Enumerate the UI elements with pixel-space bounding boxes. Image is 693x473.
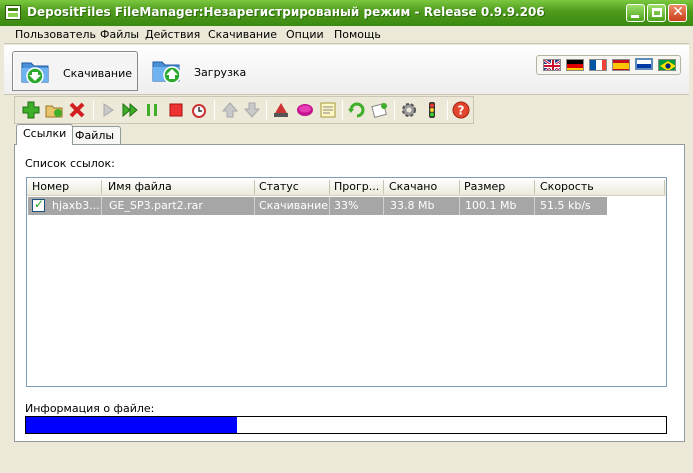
upload-mode-tab[interactable]: Загрузка: [144, 51, 270, 91]
column-separator: [329, 180, 330, 194]
links-list-label: Список ссылок:: [25, 157, 115, 170]
refresh-icon[interactable]: [347, 100, 367, 120]
minimize-icon: [631, 15, 639, 18]
links-list-header: Номер Имя файла Статус Прогр... Скачано …: [27, 178, 666, 196]
status-bar: [0, 450, 693, 473]
column-downloaded[interactable]: Скачано: [389, 180, 437, 193]
row-checkbox[interactable]: [32, 197, 45, 212]
file-progress-bar: [25, 416, 667, 434]
upload-folder-icon: [152, 61, 181, 84]
play-icon[interactable]: [98, 100, 118, 120]
toolbar: ?: [14, 96, 474, 124]
cell-number: hjaxb3...: [52, 199, 100, 212]
file-progress-fill: [26, 417, 237, 433]
french-flag-icon[interactable]: [589, 59, 607, 71]
column-status[interactable]: Статус: [259, 180, 299, 193]
russian-flag-icon[interactable]: [635, 58, 653, 70]
upload-mode-label: Загрузка: [194, 66, 247, 79]
menu-bar: Пользователь Файлы Действия Скачивание О…: [4, 26, 689, 44]
move-down-icon[interactable]: [242, 100, 262, 120]
download-mode-label: Скачивание: [63, 67, 133, 80]
tab-links[interactable]: Ссылки: [16, 124, 74, 145]
column-separator: [664, 180, 665, 194]
toolbar-separator: [214, 100, 215, 120]
brazilian-flag-icon[interactable]: [658, 59, 676, 71]
disk-icon[interactable]: [295, 100, 315, 120]
cell-separator: [101, 197, 102, 215]
cell-filename: GE_SP3.part2.rar: [109, 199, 203, 212]
title-bar[interactable]: DepositFiles FileManager:Незарегистриров…: [0, 0, 693, 26]
add-folder-icon[interactable]: [44, 100, 64, 120]
play-all-icon[interactable]: [120, 100, 140, 120]
column-filename[interactable]: Имя файла: [108, 180, 172, 193]
file-info-label: Информация о файле:: [25, 402, 155, 415]
column-separator: [101, 180, 102, 194]
cell-downloaded: 33.8 Mb: [390, 199, 435, 212]
column-separator: [254, 180, 255, 194]
svg-text:?: ?: [458, 104, 465, 118]
delete-icon[interactable]: [67, 100, 87, 120]
language-selector: [536, 55, 681, 75]
column-number[interactable]: Номер: [32, 180, 69, 193]
column-separator: [383, 180, 384, 194]
cell-speed: 51.5 kb/s: [540, 199, 591, 212]
cell-separator: [459, 197, 460, 215]
column-separator: [534, 180, 535, 194]
menu-download[interactable]: Скачивание: [208, 28, 277, 41]
german-flag-icon[interactable]: [566, 59, 584, 71]
download-folder-icon: [21, 62, 49, 85]
menu-files[interactable]: Файлы: [100, 28, 139, 41]
window-title: DepositFiles FileManager:Незарегистриров…: [27, 5, 545, 19]
minimize-button[interactable]: [626, 4, 645, 22]
links-panel: Список ссылок: Номер Имя файла Статус Пр…: [14, 144, 685, 442]
links-list[interactable]: Номер Имя файла Статус Прогр... Скачано …: [26, 177, 667, 387]
add-icon[interactable]: [21, 100, 41, 120]
toolbar-separator: [266, 100, 267, 120]
stop-icon[interactable]: [166, 100, 186, 120]
spanish-flag-icon[interactable]: [612, 59, 630, 71]
pause-icon[interactable]: [142, 100, 162, 120]
toolbar-separator: [394, 100, 395, 120]
move-up-icon[interactable]: [220, 100, 240, 120]
cell-progress: 33%: [334, 199, 359, 212]
cell-separator: [534, 197, 535, 215]
cell-size: 100.1 Mb: [465, 199, 517, 212]
notes-icon[interactable]: [318, 100, 338, 120]
toolbar-separator: [447, 100, 448, 120]
column-separator: [459, 180, 460, 194]
menu-help[interactable]: Помощь: [334, 28, 381, 41]
download-mode-tab[interactable]: Скачивание: [12, 51, 138, 91]
toolbar-separator: [93, 100, 94, 120]
cell-separator: [329, 197, 330, 215]
schedule-icon[interactable]: [189, 100, 209, 120]
check-icon[interactable]: [370, 100, 390, 120]
toolbar-separator: [342, 100, 343, 120]
column-size[interactable]: Размер: [464, 180, 505, 193]
maximize-button[interactable]: [647, 4, 666, 22]
table-row[interactable]: hjaxb3... GE_SP3.part2.rar Скачивание 33…: [28, 197, 607, 215]
menu-user[interactable]: Пользователь: [15, 28, 96, 41]
menu-options[interactable]: Опции: [286, 28, 324, 41]
close-button[interactable]: ✕: [668, 4, 687, 22]
close-icon: ✕: [672, 4, 684, 20]
mode-panel: Скачивание Загрузка: [4, 45, 689, 95]
menu-actions[interactable]: Действия: [145, 28, 200, 41]
column-speed[interactable]: Скорость: [540, 180, 594, 193]
traffic-light-icon[interactable]: [422, 100, 442, 120]
english-flag-icon[interactable]: [543, 59, 561, 71]
cell-separator: [254, 197, 255, 215]
cell-separator: [383, 197, 384, 215]
clean-icon[interactable]: [271, 100, 291, 120]
cell-status: Скачивание: [259, 199, 329, 212]
maximize-icon: [652, 8, 662, 17]
settings-icon[interactable]: [399, 100, 419, 120]
column-progress[interactable]: Прогр...: [334, 180, 379, 193]
tab-files[interactable]: Файлы: [68, 126, 122, 145]
help-icon[interactable]: ?: [451, 100, 471, 120]
app-icon: [5, 5, 21, 20]
